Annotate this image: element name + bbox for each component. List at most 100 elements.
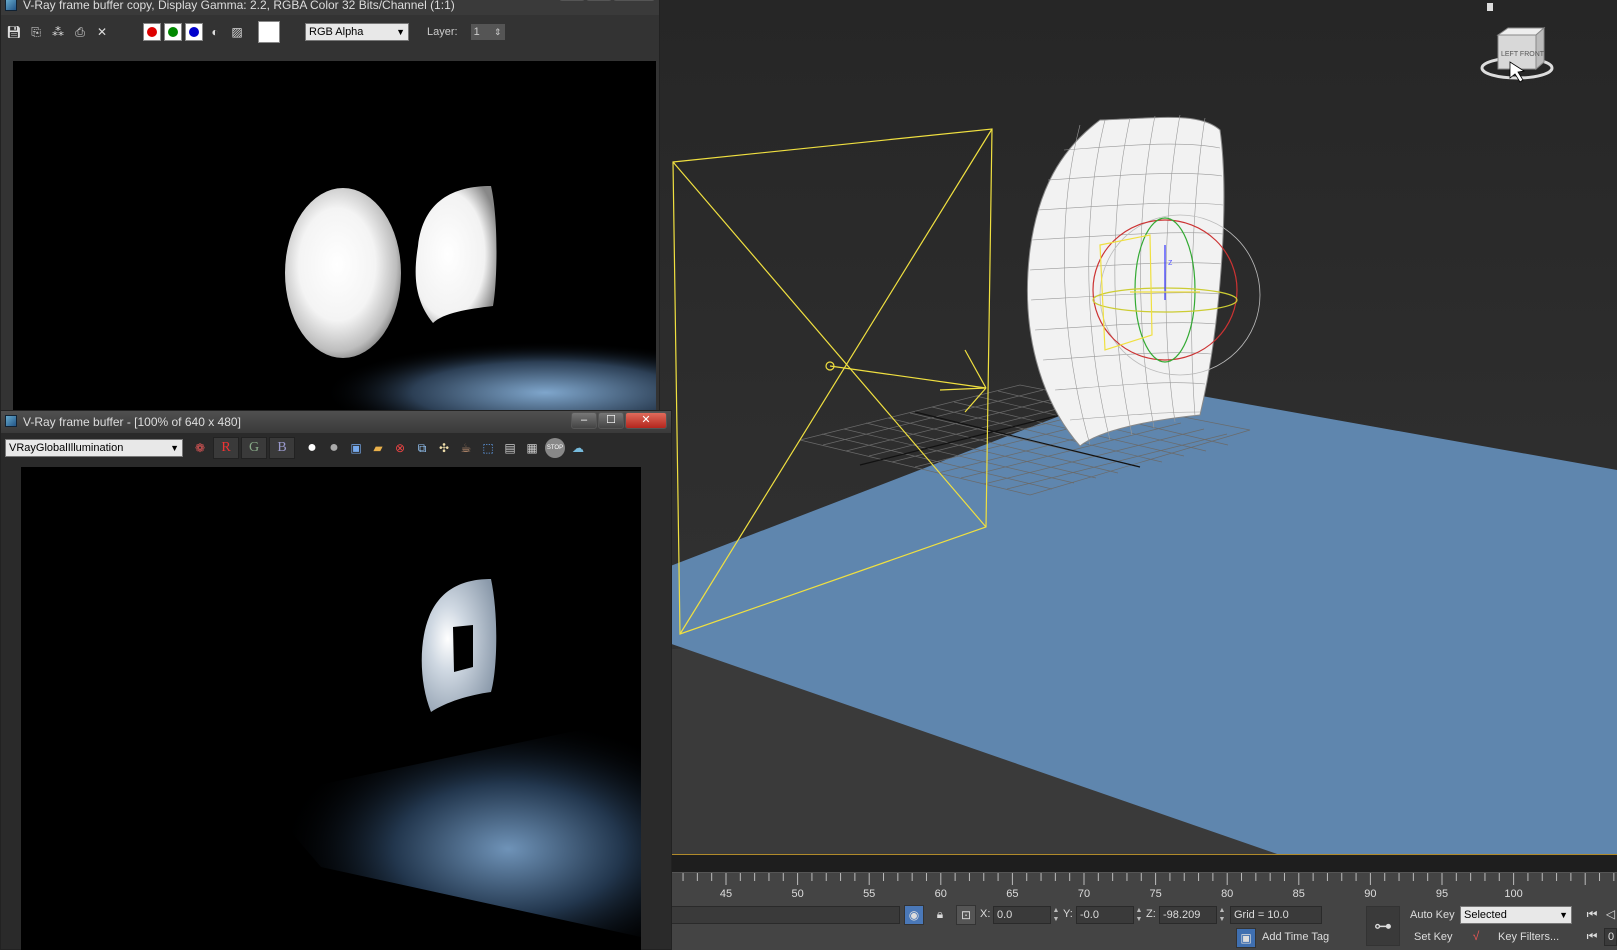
z-label: Z: [1146,908,1156,920]
key-filters-button[interactable]: Key Filters... [1498,928,1559,946]
vfb-titlebar[interactable]: V-Ray frame buffer - [100% of 640 x 480]… [1,411,671,433]
mono-icon[interactable]: ▨ [228,23,246,41]
vfb-minimize-button[interactable]: ‒ [571,412,597,429]
vfb-toolbar: VRayGlobalIllumination ▼ ❁ R G B ● ● ▣ ▰ … [5,435,591,461]
track-mouse-icon[interactable]: ⁂ [49,23,67,41]
ruler-tick-label: 75 [1149,888,1161,900]
perspective-viewport[interactable]: z LEFT FRONT [660,0,1617,855]
ruler-tick-label: 60 [935,888,947,900]
channel-select-value: RGB Alpha [309,26,364,38]
ruler-tick-label: 55 [863,888,875,900]
vfb-maximize-button[interactable]: ☐ [598,412,624,429]
vfb-window: V-Ray frame buffer - [100% of 640 x 480]… [0,410,672,950]
alpha-channel-icon[interactable]: ◐ [206,23,224,41]
vfb-render-image[interactable] [21,467,641,950]
duplicate-to-mfb-icon[interactable]: ⧉ [413,439,431,457]
vfb-copy-minimize-button[interactable] [559,0,585,1]
grid-size-display: Grid = 10.0 [1230,906,1322,924]
vray-icon [5,415,17,427]
lock-selection-icon[interactable]: 🔒︎ [930,905,950,925]
viewport-scene: z LEFT FRONT [660,0,1617,854]
channel-select[interactable]: RGB Alpha ▼ [305,23,409,41]
ab-compare-icon[interactable]: ▤ [501,439,519,457]
blue-channel-button[interactable]: B [269,437,295,459]
curve-editor-icon[interactable]: √ [1466,927,1486,947]
render-element-select[interactable]: VRayGlobalIllumination ▼ [5,439,183,457]
selected-dropdown-value: Selected [1464,909,1507,921]
render-last-icon[interactable]: ☕︎ [457,439,475,457]
clear-icon[interactable]: ✕ [93,23,111,41]
load-image-icon[interactable]: ▰ [369,439,387,457]
vfb-copy-titlebar[interactable]: V-Ray frame buffer copy, Display Gamma: … [1,0,659,15]
z-spinner[interactable]: ▲ ▼ [1218,906,1226,924]
ruler-tick-label: 45 [720,888,732,900]
y-spinner[interactable]: ▲ ▼ [1135,906,1143,924]
play-back-icon[interactable]: ◁ [1604,905,1617,925]
vray-icon [5,0,17,11]
y-coordinate-field[interactable]: -0.0 [1076,906,1134,924]
vfb-copy-maximize-button[interactable] [586,0,612,1]
y-label: Y: [1063,908,1073,920]
blue-channel-toggle[interactable] [185,23,203,41]
status-bar: ◉ 🔒︎ ⊡ X: 0.0 ▲ ▼ Y: -0.0 ▲ ▼ Z: -98.209 ▲… [660,902,1617,950]
green-channel-button[interactable]: G [241,437,267,459]
save-icon[interactable]: 💾︎ [5,23,23,41]
vfb-copy-toolbar: 💾︎ ⎘ ⁂ ⎙ ✕ ◐ ▨ RGB Alpha ▼ Layer: 1 ⇕ [5,19,506,45]
x-coordinate-field[interactable]: 0.0 [993,906,1051,924]
mono-view-icon[interactable]: ● [325,439,343,457]
alpha-view-icon[interactable]: ● [303,439,321,457]
background-color-swatch[interactable] [258,21,280,43]
save-image-icon[interactable]: ▣ [347,439,365,457]
ruler-tick-label: 50 [791,888,803,900]
stop-render-button[interactable]: STOP [545,438,565,458]
ruler-ticks: 45 50 55 60 65 70 75 80 85 90 95 100 [668,873,1615,900]
ruler-tick-label: 95 [1436,888,1448,900]
clear-image-icon[interactable]: ⊗ [391,439,409,457]
gizmo-axis-label: z [1168,257,1173,267]
x-spinner[interactable]: ▲ ▼ [1052,906,1060,924]
timeline-ruler[interactable]: 45 50 55 60 65 70 75 80 85 90 95 100 [660,872,1617,902]
red-channel-toggle[interactable] [143,23,161,41]
time-tag-icon[interactable]: ▣ [1236,928,1256,948]
set-key-button[interactable]: Set Key [1414,928,1453,946]
copy-icon[interactable]: ⎘ [27,23,45,41]
z-coordinate-field[interactable]: -98.209 [1159,906,1217,924]
ruler-tick-label: 100 [1504,888,1522,900]
prompt-line[interactable] [660,906,900,924]
render-scene-1 [213,186,656,413]
selected-dropdown[interactable]: Selected ▼ [1460,906,1572,924]
vfb-close-button[interactable]: ✕ [625,412,667,429]
layer-value: 1 [473,26,480,38]
vfb-copy-close-button[interactable] [613,0,655,1]
frame-field[interactable]: 0 [1604,928,1617,946]
ruler-tick-label: 85 [1293,888,1305,900]
vfb-copy-render-image[interactable] [13,61,656,413]
vfb-title: V-Ray frame buffer - [100% of 640 x 480] [23,415,241,429]
previous-key-icon[interactable]: ⏮ [1582,927,1602,947]
history-icon[interactable]: ▦ [523,439,541,457]
x-label: X: [980,908,991,920]
ruler-tick-label: 65 [1006,888,1018,900]
red-channel-button[interactable]: R [213,437,239,459]
track-mouse-icon[interactable]: ✣ [435,439,453,457]
render-teapot-icon[interactable]: ☁︎ [569,439,587,457]
key-icon[interactable]: ⊶ [1366,906,1400,946]
render-scene-2 [261,579,641,937]
ruler-tick-label: 80 [1221,888,1233,900]
vfb-copy-window: V-Ray frame buffer copy, Display Gamma: … [0,0,660,413]
isolate-icon[interactable]: ◉ [904,905,924,925]
absolute-mode-icon[interactable]: ⊡ [956,905,976,925]
layer-field[interactable]: 1 ⇕ [469,23,506,41]
ruler-tick-label: 70 [1078,888,1090,900]
render-element-value: VRayGlobalIllumination [9,442,124,454]
print-icon[interactable]: ⎙ [71,23,89,41]
add-time-tag-button[interactable]: Add Time Tag [1262,928,1329,946]
green-channel-toggle[interactable] [164,23,182,41]
viewcube-label: LEFT FRONT [1501,51,1545,58]
layer-label: Layer: [427,26,458,38]
region-render-icon[interactable]: ⬚ [479,439,497,457]
auto-key-button[interactable]: Auto Key [1410,906,1455,924]
go-to-start-icon[interactable]: ⏮ [1582,905,1602,925]
lock-icon [1487,3,1493,11]
color-channels-icon[interactable]: ❁ [191,439,209,457]
